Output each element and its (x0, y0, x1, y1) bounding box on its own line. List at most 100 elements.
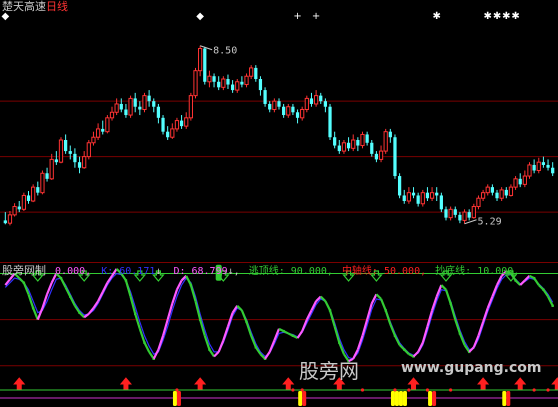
candle[interactable] (40, 170, 45, 195)
candle-body (91, 136, 96, 144)
candle-body (254, 67, 258, 79)
candle-body (435, 192, 439, 196)
candle-body (323, 101, 328, 107)
candle[interactable] (304, 95, 309, 113)
candle-body (397, 176, 402, 196)
signal-marker: ✱ (484, 11, 492, 22)
candle-body (207, 75, 212, 83)
candle-body (17, 206, 21, 210)
candle-body (393, 137, 397, 177)
candle-body (40, 172, 45, 194)
candle-body (272, 100, 277, 110)
candle-body (346, 142, 351, 149)
candle[interactable] (397, 173, 402, 199)
candle[interactable] (128, 95, 133, 118)
signal-block (506, 391, 511, 406)
indicator-header: 股旁网制 0.000, K: 60.171↓ D: 68.799↓, 逃顶线: … (2, 264, 520, 278)
candle-body (416, 195, 420, 204)
candle-body (188, 95, 193, 119)
candle-body (420, 192, 425, 205)
candle-body (356, 140, 360, 146)
signal-block (298, 391, 303, 406)
candle[interactable] (142, 92, 147, 113)
candle-body (263, 90, 267, 104)
candle-body (518, 178, 522, 185)
candle[interactable] (203, 46, 207, 85)
candle-body (304, 97, 309, 110)
candle-body (54, 159, 58, 163)
candle-body (319, 95, 323, 102)
candle-body (429, 192, 435, 199)
candle-body (406, 192, 412, 202)
candle-body (184, 117, 189, 127)
k-arrow: ↓ (155, 266, 162, 277)
candle-body (244, 75, 249, 86)
candle-body (448, 208, 453, 219)
candle[interactable] (86, 140, 91, 160)
candle-body (411, 192, 416, 196)
candle-body (221, 78, 226, 88)
candle[interactable] (328, 103, 332, 140)
candle-body (480, 192, 486, 199)
candle-body (546, 164, 550, 168)
candle[interactable] (161, 115, 165, 135)
stock-chart[interactable]: ◆ ◆ + + ✱ ✱ ✱ ✱ ✱ 8.505.29 (0, 0, 558, 407)
candle-body (295, 112, 300, 118)
signal-block (432, 391, 437, 406)
signal-marker: + (293, 11, 301, 22)
candle[interactable] (188, 92, 193, 121)
candle[interactable] (360, 131, 365, 149)
candle-body (286, 106, 291, 116)
candle[interactable] (420, 189, 425, 207)
watermark-text: 股旁网 (299, 359, 359, 383)
candle-body (513, 178, 518, 188)
candle-body (235, 81, 240, 91)
period-label[interactable]: 日线 (46, 1, 68, 13)
candle-body (114, 103, 119, 113)
candle[interactable] (31, 184, 36, 203)
candle-body (551, 167, 555, 174)
candle-body (49, 158, 54, 180)
candle[interactable] (263, 87, 267, 107)
candle[interactable] (439, 192, 443, 213)
chart-title: 楚天高速日线 (2, 1, 68, 13)
candle-body (36, 187, 40, 193)
candle-body (128, 97, 133, 116)
candle-body (378, 150, 384, 160)
candle[interactable] (105, 115, 110, 134)
candle-body (309, 98, 314, 104)
stock-name: 楚天高速 (2, 0, 46, 13)
signal-marker: ◆ (196, 11, 204, 22)
signal-dot (291, 388, 295, 392)
escape-line-value: 逃顶线: 90.000, (248, 266, 333, 277)
candle-body (142, 95, 147, 110)
candle-body (370, 142, 374, 154)
candle-body (536, 161, 541, 172)
candle-body (7, 214, 13, 224)
candle[interactable] (527, 162, 532, 179)
watermark-url: www.gupang.com (401, 360, 542, 376)
candle-body (328, 106, 332, 138)
indicator-name[interactable]: 股旁网制 (2, 265, 46, 277)
signal-marker: ✱ (493, 11, 501, 22)
candle[interactable] (193, 67, 198, 99)
candle[interactable] (383, 128, 388, 154)
candle-body (212, 76, 216, 82)
candle-body (337, 145, 341, 152)
candle-body (174, 120, 180, 130)
candle-body (541, 162, 546, 165)
candle[interactable] (21, 192, 26, 211)
candle-body (277, 101, 281, 107)
k-tick (551, 304, 554, 307)
candle-body (300, 109, 305, 119)
candle-body (179, 120, 184, 127)
candle-body (152, 101, 156, 107)
candle-body (45, 173, 49, 179)
candle-body (31, 186, 36, 202)
candle-body (444, 209, 448, 218)
candle-body (365, 134, 369, 143)
candle[interactable] (393, 134, 397, 179)
signal-marker: + (312, 11, 320, 22)
signal-block (394, 391, 399, 406)
candle[interactable] (58, 137, 64, 164)
